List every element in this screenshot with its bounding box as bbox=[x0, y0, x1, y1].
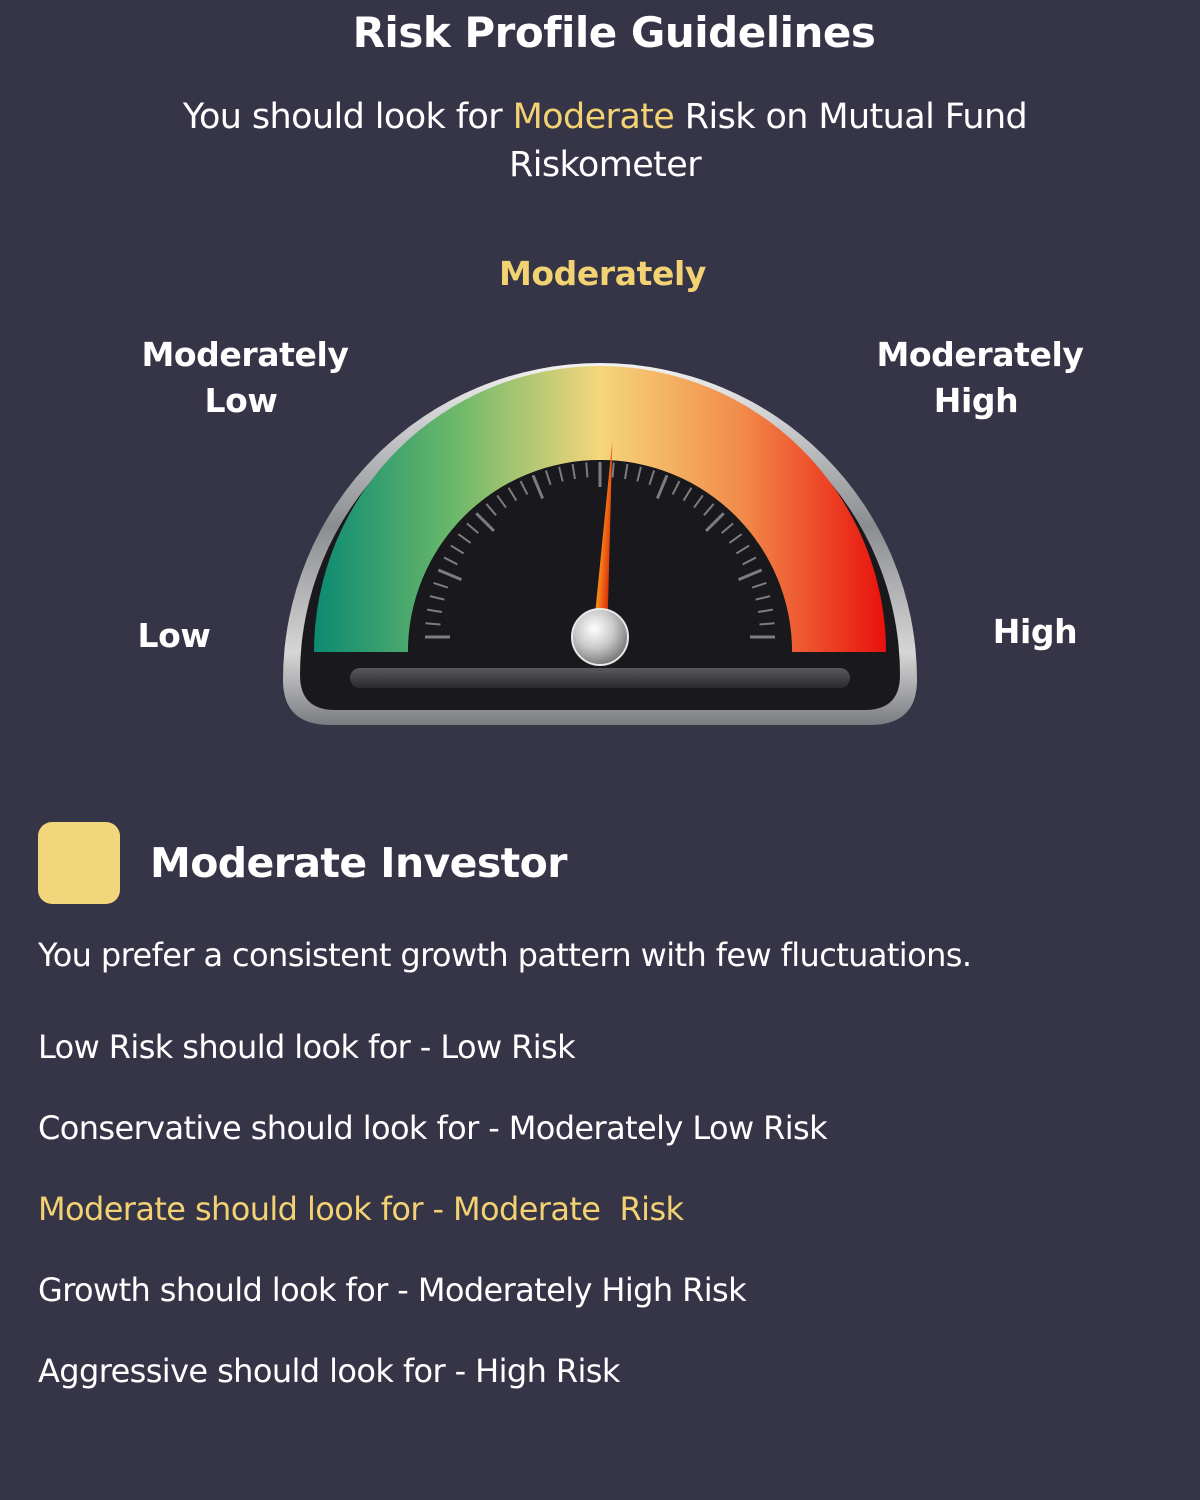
guideline-item: Moderate should look for - Moderate Risk bbox=[38, 1190, 684, 1228]
guideline-item: Growth should look for - Moderately High… bbox=[38, 1271, 747, 1309]
guideline-list: Low Risk should look for - Low Risk Conse… bbox=[38, 1024, 828, 1429]
gauge-label-moderately-low-line2: Low bbox=[204, 381, 278, 420]
guideline-item: Low Risk should look for - Low Risk bbox=[38, 1028, 576, 1066]
guideline-item: Aggressive should look for - High Risk bbox=[38, 1352, 620, 1390]
gauge-label-high: High bbox=[992, 612, 1078, 651]
investor-header: Moderate Investor bbox=[38, 822, 567, 904]
recommendation-highlight: Moderate bbox=[512, 97, 675, 137]
gauge-label-moderately-low-line1: Moderately bbox=[141, 335, 349, 374]
gauge-tick bbox=[585, 462, 589, 478]
gauge-label-moderately-high: Moderately High bbox=[860, 332, 1100, 424]
page-title: Risk Profile Guidelines bbox=[352, 8, 876, 57]
recommendation-text: You should look for Moderate Risk on Mut… bbox=[130, 93, 1080, 189]
gauge-label-moderately-low: Moderately Low bbox=[125, 332, 365, 424]
gauge-tick bbox=[425, 622, 441, 626]
investor-color-swatch bbox=[38, 822, 120, 904]
gauge-label-moderately-high-line1: Moderately bbox=[876, 335, 1084, 374]
riskometer-gauge bbox=[283, 363, 917, 725]
gauge-tick bbox=[611, 462, 615, 478]
gauge-label-low: Low bbox=[137, 616, 211, 655]
guideline-item: Conservative should look for - Moderatel… bbox=[38, 1109, 828, 1147]
investor-type-title: Moderate Investor bbox=[150, 839, 567, 887]
gauge-label-moderate: Moderately bbox=[498, 254, 707, 293]
investor-description: You prefer a consistent growth pattern w… bbox=[38, 936, 972, 974]
recommendation-prefix: You should look for bbox=[182, 97, 503, 137]
gauge-label-moderately-high-line2: High bbox=[933, 381, 1019, 420]
gauge-tick bbox=[759, 622, 775, 626]
gauge-base-highlight bbox=[350, 668, 850, 688]
gauge-knob bbox=[571, 608, 629, 666]
riskometer: Moderately Moderately Low Moderately Hig… bbox=[0, 240, 1200, 760]
